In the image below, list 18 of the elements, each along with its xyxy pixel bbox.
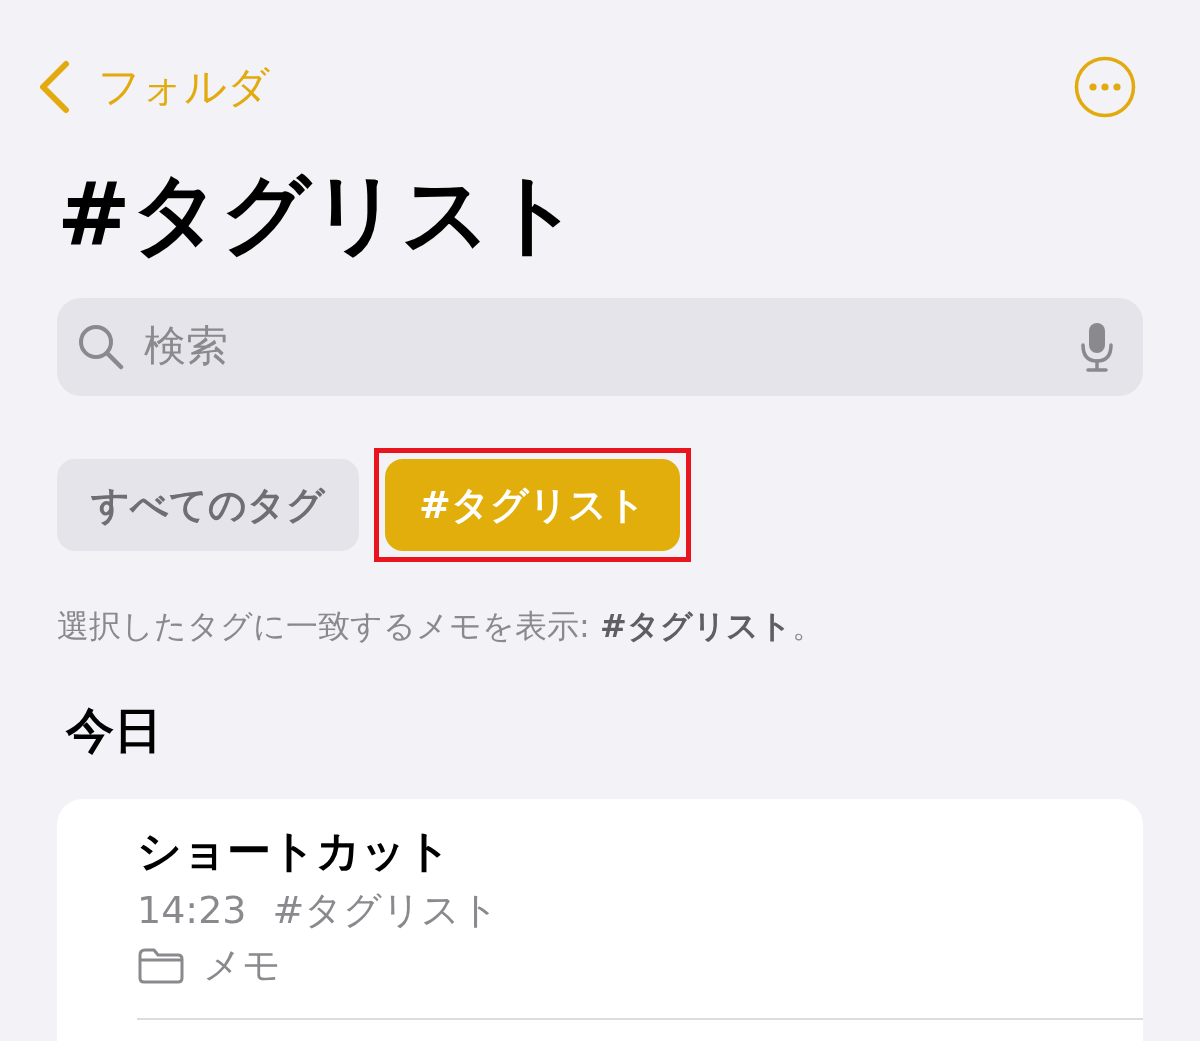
page-title: #タグリスト [57,161,582,267]
tag-chip[interactable]: すべてのタグ [57,458,359,551]
folder-icon [137,946,185,985]
microphone-icon[interactable] [1079,320,1115,373]
search-field[interactable]: 検索 [57,297,1143,396]
note-folder-name: メモ [203,941,281,989]
note-title: ショートカット [137,824,452,878]
search-icon [78,323,124,370]
more-button[interactable] [1073,55,1137,119]
note-time: 14:23 [137,886,247,934]
note-card[interactable]: ショートカット 14:23 #タグリスト メモ [57,798,1143,1041]
search-input[interactable]: 検索 [144,321,1059,372]
more-icon [1074,56,1136,118]
note-tag: #タグリスト [272,885,500,935]
section-heading: 今日 [66,702,163,760]
chevron-left-icon [38,60,70,114]
filter-description: 選択したタグに一致するメモを表示: #タグリスト。 [57,605,825,647]
tag-chip[interactable]: #タグリスト [385,458,680,551]
